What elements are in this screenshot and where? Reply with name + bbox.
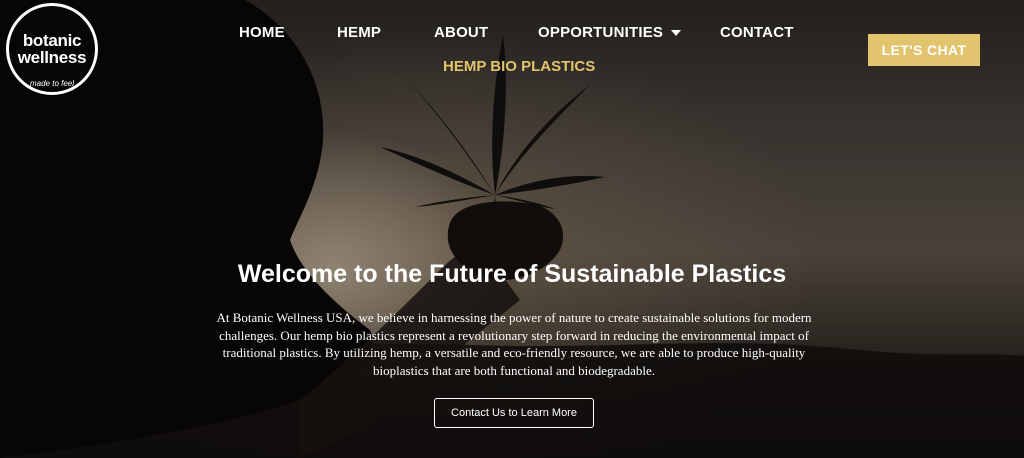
- nav-opportunities-label: OPPORTUNITIES: [538, 24, 664, 41]
- nav-opportunities[interactable]: OPPORTUNITIES: [538, 24, 682, 41]
- hero-section: botanic wellness made to feel HOME HEMP …: [0, 0, 1024, 458]
- nav-hemp[interactable]: HEMP: [337, 24, 381, 41]
- nav-hemp-bio-plastics[interactable]: HEMP BIO PLASTICS: [443, 58, 595, 75]
- nav-home[interactable]: HOME: [239, 24, 285, 41]
- chevron-down-icon: [671, 30, 682, 37]
- nav-contact[interactable]: CONTACT: [720, 24, 794, 41]
- nav-about[interactable]: ABOUT: [434, 24, 488, 41]
- lets-chat-button[interactable]: LET'S CHAT: [868, 34, 980, 66]
- contact-us-button[interactable]: Contact Us to Learn More: [434, 398, 594, 428]
- logo-tagline: made to feel: [29, 79, 75, 88]
- hero-title: Welcome to the Future of Sustainable Pla…: [237, 260, 787, 288]
- hero-description: At Botanic Wellness USA, we believe in h…: [216, 310, 812, 378]
